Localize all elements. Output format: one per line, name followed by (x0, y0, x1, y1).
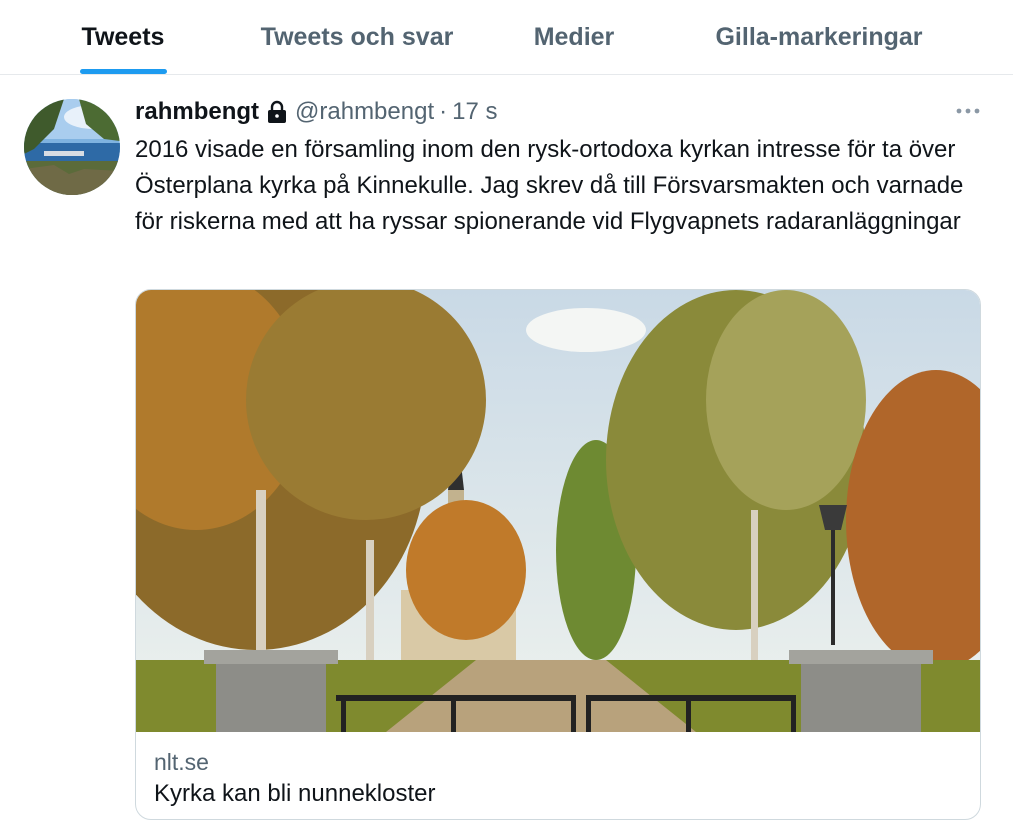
tweet-header: rahmbengt @rahmbengt · 17 s (135, 95, 498, 129)
tab-tweets[interactable]: Tweets (62, 0, 184, 75)
tab-tweets-label: Tweets (81, 23, 165, 51)
lock-icon (266, 100, 288, 124)
tab-likes-label: Gilla-markeringar (715, 23, 923, 51)
tweet-timestamp[interactable]: 17 s (452, 98, 497, 126)
card-title: Kyrka kan bli nunnekloster (154, 780, 436, 807)
card-image (136, 290, 980, 732)
profile-tabs: Tweets Tweets och svar Medier Gilla-mark… (0, 0, 1013, 75)
tab-tweets-and-replies-label: Tweets och svar (260, 23, 454, 51)
display-name[interactable]: rahmbengt (135, 98, 259, 126)
tweet[interactable]: rahmbengt @rahmbengt · 17 s 2016 visade … (0, 75, 1013, 822)
header-separator: · (439, 98, 448, 125)
tab-media[interactable]: Medier (512, 0, 636, 75)
more-icon[interactable] (951, 99, 985, 123)
active-tab-indicator (80, 69, 167, 74)
tweet-text: 2016 visade en församling inom den rysk-… (135, 136, 964, 235)
user-handle[interactable]: @rahmbengt (295, 98, 434, 126)
tab-likes[interactable]: Gilla-markeringar (690, 0, 948, 75)
tab-media-label: Medier (533, 23, 615, 51)
avatar[interactable] (24, 99, 120, 195)
tab-tweets-and-replies[interactable]: Tweets och svar (232, 0, 482, 75)
card-domain: nlt.se (154, 749, 209, 775)
link-card[interactable]: nlt.se Kyrka kan bli nunnekloster (135, 289, 981, 820)
